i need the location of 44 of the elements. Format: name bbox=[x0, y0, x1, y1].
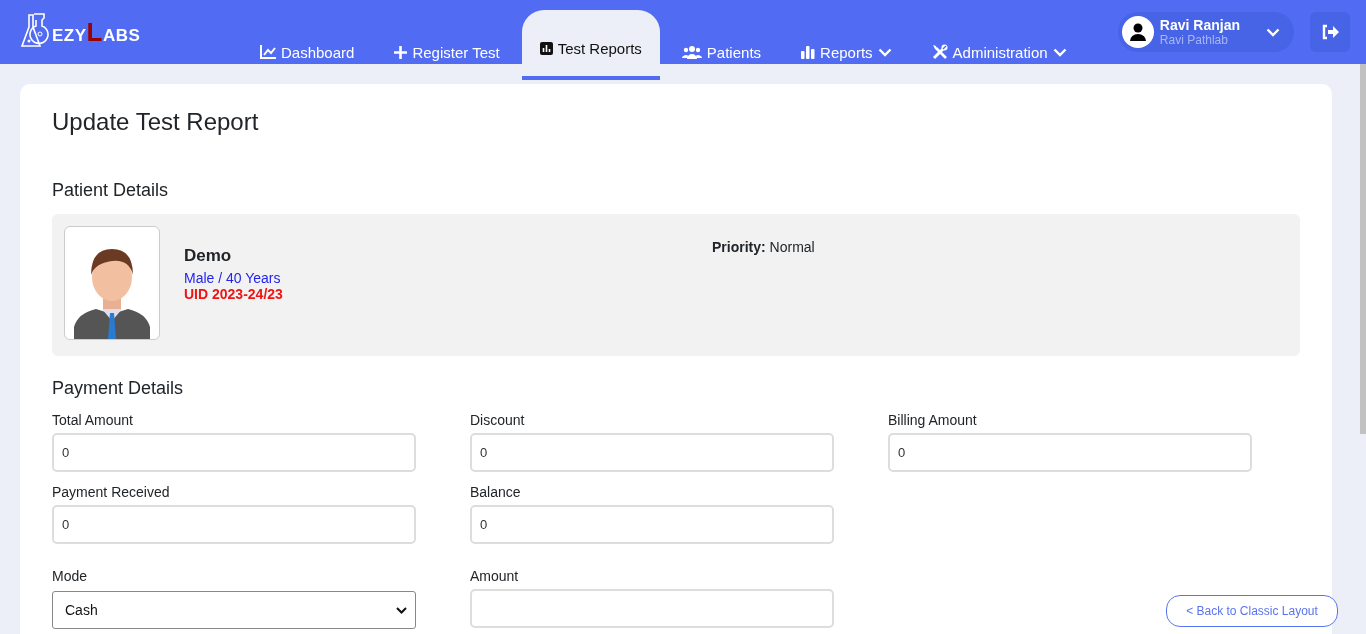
nav-tab[interactable]: Patients bbox=[663, 37, 780, 80]
input-field[interactable]: 0 bbox=[470, 433, 834, 472]
field-label: Billing Amount bbox=[888, 412, 978, 428]
users-icon bbox=[681, 45, 702, 59]
input-field[interactable]: 0 bbox=[470, 505, 834, 544]
nav-tab[interactable]: Administration bbox=[913, 37, 1085, 80]
user-menu[interactable]: Ravi Ranjan Ravi Pathlab bbox=[1117, 12, 1294, 52]
logo-text: EZYLABS bbox=[52, 16, 141, 48]
user-avatar-icon bbox=[1121, 16, 1154, 48]
input-field[interactable]: 0 bbox=[888, 433, 1252, 472]
nav-tab[interactable]: Dashboard bbox=[242, 37, 373, 80]
field-label: Mode bbox=[52, 568, 89, 584]
patient-gender-age: Male / 40 Years bbox=[184, 270, 282, 286]
nav-tab[interactable]: Test Reports bbox=[521, 10, 660, 80]
back-to-classic-button[interactable]: < Back to Classic Layout bbox=[1166, 595, 1338, 627]
lab-name: Ravi Pathlab bbox=[1159, 33, 1229, 47]
logout-button[interactable] bbox=[1310, 12, 1350, 52]
input-field[interactable]: 0 bbox=[52, 505, 416, 544]
bar-chart-icon bbox=[801, 45, 816, 59]
nav-tab[interactable]: Reports bbox=[783, 37, 910, 80]
patient-name: Demo bbox=[184, 246, 233, 266]
field-label: Discount bbox=[470, 412, 526, 428]
field-label: Amount bbox=[470, 568, 520, 584]
logout-icon bbox=[1321, 24, 1339, 40]
field-label: Total Amount bbox=[52, 412, 134, 428]
priority-text: Priority: Normal bbox=[712, 239, 815, 257]
input-field[interactable] bbox=[470, 589, 834, 628]
tools-icon bbox=[931, 44, 948, 60]
patient-avatar-icon bbox=[64, 226, 160, 340]
bar-chart-icon bbox=[539, 41, 553, 55]
patient-uid: UID 2023-24/23 bbox=[184, 286, 284, 302]
plus-icon bbox=[394, 45, 408, 59]
section-heading: Patient Details bbox=[52, 180, 170, 201]
field-label: Payment Received bbox=[52, 484, 171, 500]
nav-tab[interactable]: Register Test bbox=[376, 37, 518, 80]
chevron-down-icon bbox=[396, 606, 407, 614]
field-label: Balance bbox=[470, 484, 522, 500]
mode-select[interactable]: Cash bbox=[52, 591, 416, 629]
page-title: Update Test Report bbox=[52, 108, 260, 136]
chevron-down-icon bbox=[1266, 27, 1280, 37]
section-heading: Payment Details bbox=[52, 378, 185, 399]
user-name: Ravi Ranjan bbox=[1159, 17, 1240, 33]
input-field[interactable]: 0 bbox=[52, 433, 416, 472]
line-chart-icon bbox=[260, 45, 276, 59]
